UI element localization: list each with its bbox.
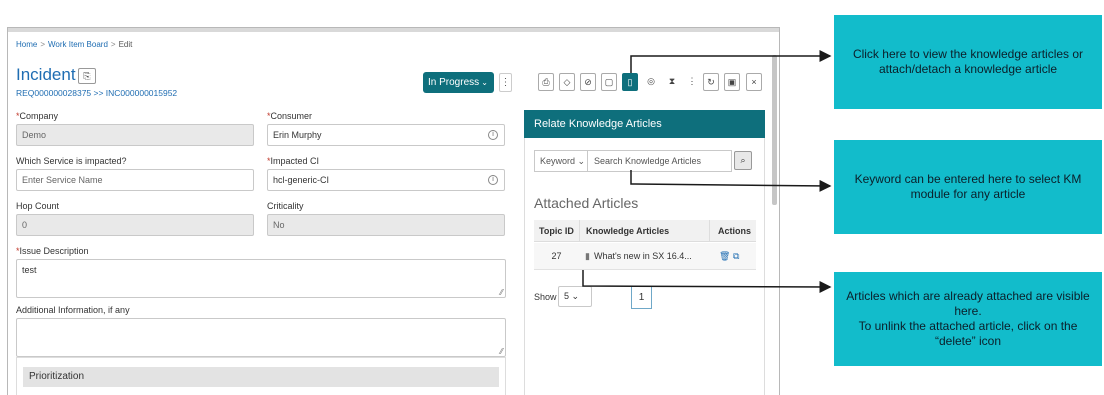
chevron-down-icon: ⌄ — [577, 156, 586, 166]
callout-text: To unlink the attached article, click on… — [858, 319, 1078, 348]
criticality-label: Criticality — [267, 201, 304, 211]
hourglass-icon[interactable]: ⧗ — [664, 73, 680, 91]
breadcrumb: Home > Work Item Board > Edit — [16, 40, 132, 49]
column-header-knowledge-articles: Knowledge Articles — [579, 220, 709, 242]
issue-description-label-text: Issue Description — [19, 246, 89, 256]
impacted-ci-field[interactable]: hcl-generic-CI i — [267, 169, 505, 191]
page-title: Incident — [16, 65, 76, 84]
hop-count-label: Hop Count — [16, 201, 60, 211]
keyword-select-value: Keyword — [540, 156, 576, 166]
attachment-icon[interactable]: ⊘ — [580, 73, 596, 91]
actions-cell: 🗑 ⧉ — [709, 243, 756, 270]
external-link-icon[interactable]: ⧉ — [733, 251, 739, 261]
panel-title: Relate Knowledge Articles — [524, 110, 765, 138]
breadcrumb-work-item-board[interactable]: Work Item Board — [48, 40, 108, 49]
additional-info-label: Additional Information, if any — [16, 305, 130, 315]
chevron-down-icon: ⌄ — [481, 78, 488, 87]
info-icon[interactable]: i — [488, 130, 498, 140]
resize-handle-icon[interactable]: ⁄⁄ — [500, 288, 503, 297]
company-label-text: Company — [19, 111, 59, 121]
impacted-ci-label: *Impacted CI — [267, 156, 319, 166]
company-field: Demo — [16, 124, 254, 146]
attached-articles-heading: Attached Articles — [534, 195, 639, 211]
consumer-label-text: Consumer — [270, 111, 313, 121]
impacted-ci-label-text: Impacted CI — [270, 156, 320, 166]
article-link[interactable]: What's new in SX 16.4... — [594, 251, 692, 261]
clipboard-icon[interactable]: ▢ — [601, 73, 617, 91]
pagination-page[interactable]: 1 — [631, 286, 652, 309]
additional-info-textarea[interactable]: ⁄⁄ — [16, 318, 506, 357]
close-icon[interactable]: × — [746, 73, 762, 91]
vertical-scrollbar[interactable] — [772, 55, 777, 205]
issue-description-textarea[interactable]: test ⁄⁄ — [16, 259, 506, 298]
criticality-field: No — [267, 214, 505, 236]
callout-keyword-search: Keyword can be entered here to select KM… — [834, 140, 1102, 234]
save-icon[interactable]: ▣ — [724, 73, 740, 91]
issue-description-label: *Issue Description — [16, 246, 89, 256]
request-reference-link[interactable]: REQ000000028375 >> INC000000015952 — [16, 88, 177, 98]
info-icon[interactable]: i — [488, 175, 498, 185]
consumer-field[interactable]: Erin Murphy i — [267, 124, 505, 146]
callout-text: Keyword can be entered here to select KM… — [854, 172, 1082, 201]
article-cell: ▮ What's new in SX 16.4... — [579, 243, 709, 270]
knowledge-articles-button[interactable]: ▯ — [622, 73, 638, 91]
breadcrumb-separator: > — [110, 40, 116, 49]
consumer-label: *Consumer — [267, 111, 312, 121]
document-icon: ▮ — [585, 251, 590, 261]
topic-id-cell: 27 — [534, 243, 579, 270]
service-label: Which Service is impacted? — [16, 156, 127, 166]
tag-icon[interactable]: ◇ — [559, 73, 575, 91]
breadcrumb-separator: > — [40, 40, 46, 49]
resize-handle-icon[interactable]: ⁄⁄ — [500, 347, 503, 356]
keyword-select[interactable]: Keyword ⌄ — [534, 150, 587, 172]
search-icon[interactable]: ⌕ — [734, 151, 752, 170]
hop-count-field: 0 — [16, 214, 254, 236]
print-icon[interactable]: ⎙ — [538, 73, 554, 91]
prioritization-header[interactable]: Prioritization — [23, 367, 499, 387]
copy-icon[interactable]: ⎘ — [78, 68, 96, 84]
callout-attached-articles: Articles which are already attached are … — [834, 272, 1102, 366]
watch-icon[interactable]: ◎ — [643, 73, 659, 91]
window-top-bar — [8, 28, 779, 32]
status-dropdown[interactable]: In Progress ⌄ — [423, 72, 494, 93]
breadcrumb-current: Edit — [118, 40, 133, 49]
knowledge-search-input[interactable]: Search Knowledge Articles — [587, 150, 732, 172]
chevron-down-icon: ⌄ — [571, 291, 580, 301]
company-label: *Company — [16, 111, 58, 121]
delete-icon[interactable]: 🗑 — [719, 251, 730, 261]
callout-knowledge-button: Click here to view the knowledge article… — [834, 15, 1102, 109]
page-size-select[interactable]: 5 ⌄ — [558, 286, 592, 307]
impacted-ci-value: hcl-generic-CI — [273, 175, 330, 185]
status-label: In Progress — [428, 77, 480, 88]
more-icon[interactable]: ⋮ — [684, 73, 700, 91]
issue-description-value: test — [22, 265, 37, 275]
column-header-topic-id: Topic ID — [534, 220, 579, 242]
consumer-value: Erin Murphy — [273, 130, 322, 140]
service-input[interactable]: Enter Service Name — [16, 169, 254, 191]
callout-text: Click here to view the knowledge article… — [852, 47, 1084, 76]
refresh-icon[interactable]: ↻ — [703, 73, 719, 91]
breadcrumb-home[interactable]: Home — [16, 40, 37, 49]
page-size-value: 5 — [564, 291, 570, 301]
more-options-button[interactable]: ⋮ — [499, 73, 512, 92]
show-label: Show — [534, 292, 557, 302]
callout-text: Articles which are already attached are … — [846, 289, 1090, 318]
column-header-actions: Actions — [709, 220, 756, 242]
